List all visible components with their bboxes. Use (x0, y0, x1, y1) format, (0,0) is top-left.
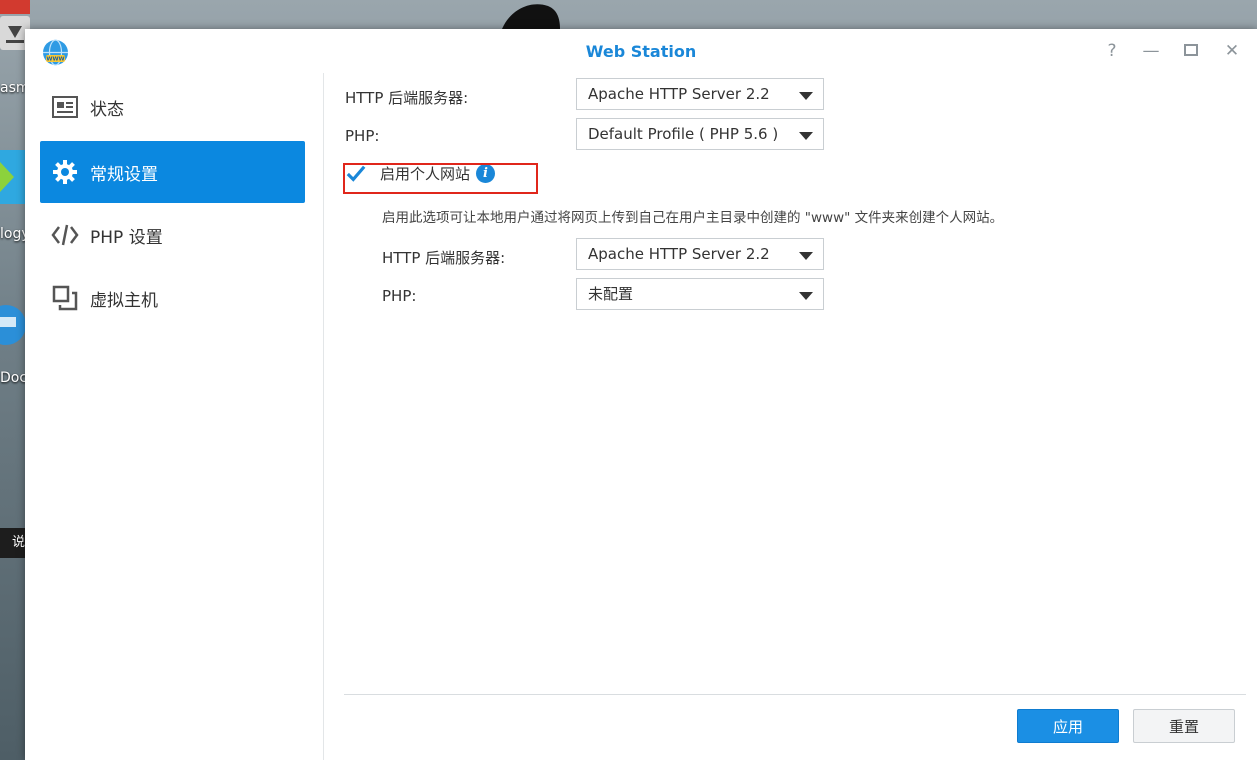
window-title: Web Station (585, 42, 697, 61)
personal-php-label: PHP: (382, 287, 417, 305)
gear-icon (50, 157, 80, 187)
chevron-down-icon (799, 252, 813, 260)
status-card-icon (50, 92, 80, 122)
chevron-down-icon (799, 92, 813, 100)
personal-php-select[interactable]: 未配置 (576, 278, 824, 310)
help-button[interactable]: ? (1102, 41, 1122, 61)
footer-divider (344, 694, 1246, 695)
desktop-app-icon[interactable] (0, 150, 26, 204)
sidebar-item-label: 状态 (90, 99, 124, 120)
web-station-window: WWW Web Station ? — ✕ 状态 常规设置 PHP 设置 虚拟主… (25, 29, 1257, 760)
sidebar-item-virtual-host[interactable]: 虚拟主机 (40, 267, 305, 329)
virtual-host-icon (50, 283, 80, 313)
desktop-bird-image (500, 0, 562, 29)
sidebar-item-status[interactable]: 状态 (40, 76, 305, 138)
desktop-app-icon[interactable] (0, 295, 26, 351)
apply-button[interactable]: 应用 (1017, 709, 1119, 743)
sidebar-item-label: 虚拟主机 (90, 290, 158, 311)
sidebar-item-general-settings[interactable]: 常规设置 (40, 141, 305, 203)
reset-button[interactable]: 重置 (1133, 709, 1235, 743)
http-backend-select[interactable]: Apache HTTP Server 2.2 (576, 78, 824, 110)
enable-personal-site-label: 启用个人网站 (380, 165, 471, 183)
personal-http-backend-label: HTTP 后端服务器: (382, 249, 506, 267)
maximize-button[interactable] (1181, 41, 1201, 61)
close-button[interactable]: ✕ (1222, 41, 1242, 61)
http-backend-label: HTTP 后端服务器: (345, 89, 469, 107)
sidebar-item-label: 常规设置 (90, 164, 158, 185)
code-brackets-icon (50, 220, 80, 250)
chevron-down-icon (799, 132, 813, 140)
personal-php-value: 未配置 (588, 285, 634, 303)
php-label: PHP: (345, 127, 380, 145)
personal-site-description: 启用此选项可让本地用户通过将网页上传到自己在用户主目录中创建的 "www" 文件… (382, 210, 1004, 226)
minimize-button[interactable]: — (1141, 41, 1161, 61)
sidebar-item-php-settings[interactable]: PHP 设置 (40, 204, 305, 266)
sidebar: 状态 常规设置 PHP 设置 虚拟主机 (25, 73, 324, 760)
chevron-down-icon (799, 292, 813, 300)
http-backend-value: Apache HTTP Server 2.2 (588, 85, 770, 103)
main-panel: HTTP 后端服务器: Apache HTTP Server 2.2 PHP: … (324, 73, 1257, 760)
enable-personal-site-checkbox[interactable]: 启用个人网站 i (346, 163, 496, 184)
sidebar-item-label: PHP 设置 (90, 227, 163, 248)
personal-http-backend-select[interactable]: Apache HTTP Server 2.2 (576, 238, 824, 270)
php-value: Default Profile ( PHP 5.6 ) (588, 125, 779, 143)
maximize-icon (1184, 44, 1198, 56)
personal-http-backend-value: Apache HTTP Server 2.2 (588, 245, 770, 263)
info-icon[interactable]: i (476, 164, 496, 183)
title-bar[interactable]: WWW Web Station ? — ✕ (25, 29, 1257, 73)
checkmark-icon (346, 164, 366, 184)
php-select[interactable]: Default Profile ( PHP 5.6 ) (576, 118, 824, 150)
